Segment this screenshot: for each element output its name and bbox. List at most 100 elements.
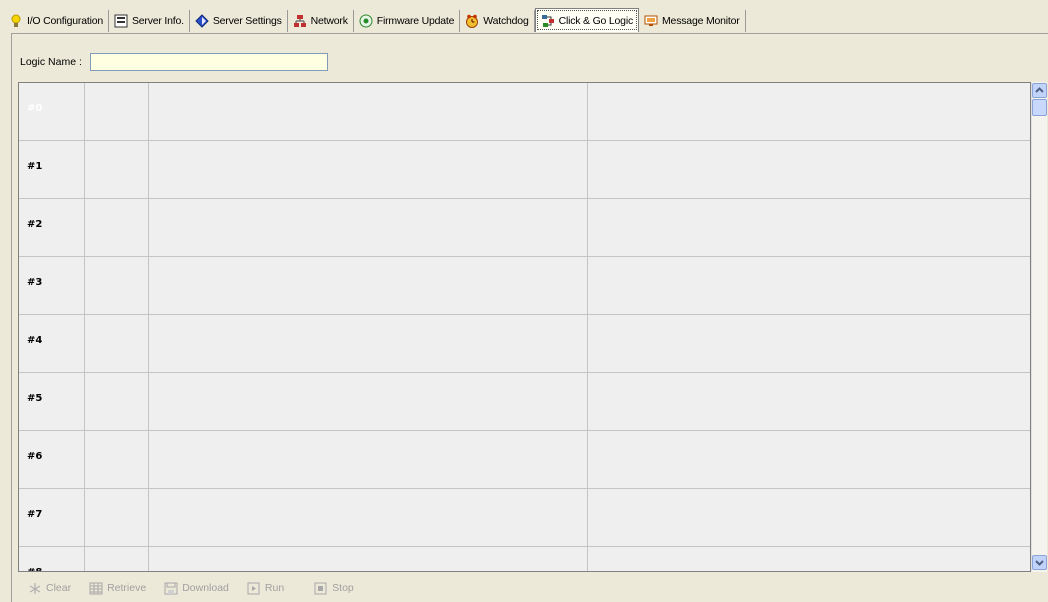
row-number: #5: [27, 393, 43, 404]
grid-cell[interactable]: [85, 431, 149, 488]
grid-cell-condition[interactable]: [149, 315, 588, 372]
grid-cell[interactable]: [85, 83, 149, 140]
grid-row[interactable]: #0: [19, 83, 1030, 141]
grid-cell-label: #1: [19, 141, 85, 198]
grid-cell-action[interactable]: [588, 83, 1030, 140]
row-number: #6: [27, 451, 43, 462]
logic-name-input[interactable]: [89, 53, 328, 71]
stop-label: Stop: [332, 582, 354, 594]
grid-row[interactable]: #5: [19, 373, 1030, 431]
grid-cell-condition[interactable]: [149, 547, 588, 571]
grid-cell[interactable]: [85, 315, 149, 372]
logic-toolbar: Clear Retrieve Download Run Stop: [28, 578, 372, 598]
run-button[interactable]: Run: [247, 582, 284, 595]
grid-cell-condition[interactable]: [149, 431, 588, 488]
grid-scrollbar[interactable]: [1031, 82, 1047, 572]
tab-server-settings[interactable]: Server Settings: [190, 10, 288, 32]
grid-row[interactable]: #7: [19, 489, 1030, 547]
grid-row[interactable]: #8: [19, 547, 1030, 571]
grid-cell-action[interactable]: [588, 141, 1030, 198]
monitor-icon: [644, 14, 658, 28]
grid-cell-action[interactable]: [588, 373, 1030, 430]
grid-cell[interactable]: [85, 547, 149, 571]
grid-cell[interactable]: [85, 141, 149, 198]
logic-name-row: Logic Name :: [20, 53, 328, 71]
grid-row[interactable]: #2: [19, 199, 1030, 257]
grid-cell-action[interactable]: [588, 199, 1030, 256]
grid-cell-action[interactable]: [588, 315, 1030, 372]
logic-name-label: Logic Name :: [20, 56, 82, 68]
tab-label: Click & Go Logic: [558, 14, 634, 27]
logic-icon: [541, 14, 555, 28]
tab-watchdog[interactable]: Watchdog: [460, 10, 535, 32]
row-number: #1: [27, 161, 43, 172]
tab-label: Message Monitor: [662, 15, 740, 27]
logic-grid: #0 #1 #2 #3 #4 #5 #6 #7: [18, 82, 1031, 572]
scroll-down-button[interactable]: [1032, 555, 1047, 570]
chevron-down-icon: [1035, 560, 1044, 566]
stop-icon: [314, 582, 328, 595]
firmware-icon: [359, 14, 373, 28]
tab-network[interactable]: Network: [288, 10, 354, 32]
tab-firmware-update[interactable]: Firmware Update: [354, 10, 461, 32]
grid-row[interactable]: #4: [19, 315, 1030, 373]
grid-cell-action[interactable]: [588, 489, 1030, 546]
run-label: Run: [264, 582, 285, 594]
grid-cell-label: #2: [19, 199, 85, 256]
tab-strip: I/O Configuration Server Info. Server Se…: [4, 8, 746, 32]
row-number: #7: [27, 509, 43, 520]
grid-row[interactable]: #6: [19, 431, 1030, 489]
grid-cell-condition[interactable]: [149, 199, 588, 256]
clear-button[interactable]: Clear: [28, 582, 71, 595]
retrieve-icon: [89, 582, 103, 595]
grid-cell-label: #0: [19, 83, 85, 140]
retrieve-button[interactable]: Retrieve: [89, 582, 146, 595]
download-label: Download: [182, 582, 229, 594]
download-button[interactable]: Download: [164, 582, 229, 595]
grid-cell-condition[interactable]: [149, 257, 588, 314]
grid-cell-label: #8: [19, 547, 85, 571]
network-icon: [293, 14, 307, 28]
stop-button[interactable]: Stop: [314, 582, 354, 595]
scroll-up-button[interactable]: [1032, 83, 1047, 98]
clear-label: Clear: [46, 582, 72, 594]
grid-cell-condition[interactable]: [149, 141, 588, 198]
tab-label: Server Info.: [131, 15, 184, 27]
grid-cell-action[interactable]: [588, 547, 1030, 571]
watchdog-icon: [465, 14, 479, 28]
grid-cell[interactable]: [85, 199, 149, 256]
tab-io-configuration[interactable]: I/O Configuration: [4, 10, 109, 32]
grid-cell-label: #4: [19, 315, 85, 372]
row-number: #3: [27, 277, 43, 288]
row-number: #0: [27, 103, 43, 114]
tab-server-info[interactable]: Server Info.: [109, 10, 190, 32]
grid-cell[interactable]: [85, 257, 149, 314]
lightbulb-icon: [9, 14, 23, 28]
grid-cell-label: #3: [19, 257, 85, 314]
grid-cell-action[interactable]: [588, 257, 1030, 314]
tab-label: Firmware Update: [376, 15, 455, 27]
grid-cell-condition[interactable]: [149, 489, 588, 546]
grid-row[interactable]: #1: [19, 141, 1030, 199]
scroll-thumb[interactable]: [1032, 99, 1047, 116]
tab-label: Network: [310, 15, 348, 27]
chevron-up-icon: [1035, 87, 1044, 93]
grid-cell-condition[interactable]: [149, 373, 588, 430]
play-icon: [247, 582, 261, 595]
tab-click-go-logic[interactable]: Click & Go Logic: [534, 8, 640, 32]
grid-cell-action[interactable]: [588, 431, 1030, 488]
tab-label: Watchdog: [483, 15, 529, 27]
grid-cell-condition[interactable]: [149, 83, 588, 140]
grid-row[interactable]: #3: [19, 257, 1030, 315]
grid-cell[interactable]: [85, 489, 149, 546]
retrieve-label: Retrieve: [107, 582, 147, 594]
row-number: #8: [27, 567, 42, 571]
tab-message-monitor[interactable]: Message Monitor: [639, 10, 746, 32]
clear-icon: [28, 582, 42, 595]
row-number: #4: [27, 335, 43, 346]
grid-cell[interactable]: [85, 373, 149, 430]
settings-diamond-icon: [195, 14, 209, 28]
grid-cell-label: #6: [19, 431, 85, 488]
row-number: #2: [27, 219, 43, 230]
tab-label: Server Settings: [212, 15, 282, 27]
